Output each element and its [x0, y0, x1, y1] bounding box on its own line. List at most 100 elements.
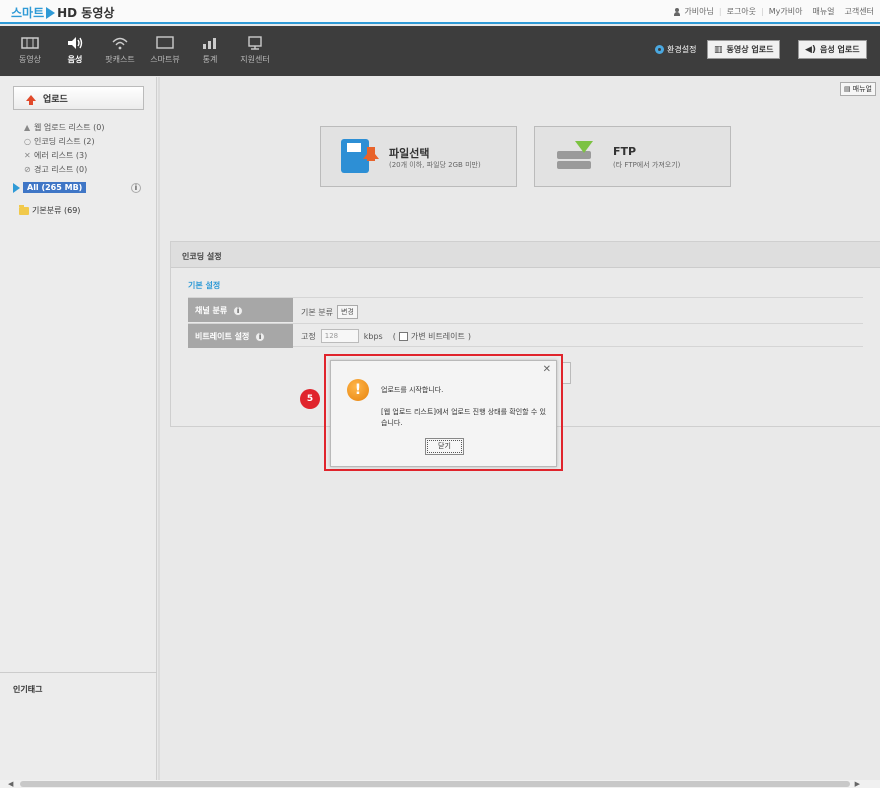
basic-settings-title: 기본 설정	[188, 281, 221, 290]
ftp-icon	[557, 141, 593, 171]
folder-icon	[19, 204, 29, 215]
bitrate-label-cell: 비트레이트 설정 i	[188, 324, 293, 348]
nav-audio[interactable]: 음성	[55, 36, 95, 65]
logo-hd-text: HD 동영상	[57, 6, 115, 20]
file-select-subtitle: (20개 이하, 파일당 2GB 미만)	[389, 161, 481, 169]
category-row: 채널 분류 i 기본 분류 변경	[188, 297, 863, 322]
nav-stats-label: 통계	[202, 55, 218, 64]
variable-bitrate-label: 가변 비트레이트	[410, 331, 465, 341]
selected-arrow-icon	[13, 182, 20, 193]
upload-button[interactable]: 업로드	[13, 86, 144, 110]
category-value-cell: 기본 분류 변경	[301, 305, 358, 319]
film-icon: ▥	[714, 44, 723, 55]
manual-link[interactable]: 매뉴얼	[812, 6, 834, 17]
nav-smartview[interactable]: 스마트뷰	[145, 36, 185, 65]
customer-center-link[interactable]: 고객센터	[845, 6, 874, 17]
upload-label: 업로드	[43, 94, 68, 105]
gear-icon	[655, 45, 664, 54]
bitrate-value-cell: 고정 128 kbps ( 가변 비트레이트 )	[301, 329, 471, 343]
scroll-right-icon[interactable]: ▶	[855, 780, 860, 788]
dialog-message-main: 업로드를 시작합니다.	[381, 386, 444, 394]
env-setting-link[interactable]: 환경설정	[655, 44, 696, 55]
category-value: 기본 분류	[301, 307, 333, 317]
category-label: 채널 분류	[195, 306, 228, 315]
file-select-title: 파일선택	[389, 147, 430, 160]
list-item-label: 인코딩 리스트 (2)	[34, 136, 95, 146]
sidebar-item-default-folder[interactable]: 기본분류 (69)	[19, 204, 81, 216]
dialog-close-button[interactable]: 닫기	[425, 438, 464, 455]
film-icon	[21, 36, 39, 50]
nav-audio-label: 음성	[67, 55, 83, 64]
info-icon[interactable]: i	[233, 305, 244, 316]
list-item-label: 웹 업로드 리스트 (0)	[34, 122, 105, 132]
obscured-button	[562, 362, 571, 384]
exclamation-icon: !	[347, 379, 369, 401]
nav-support[interactable]: 지원센터	[235, 36, 275, 65]
bitrate-row: 비트레이트 설정 i 고정 128 kbps ( 가변 비트레이트 )	[188, 323, 863, 348]
category-label-cell: 채널 분류 i	[188, 298, 293, 322]
manual-button[interactable]: ▤ 매뉴얼	[840, 82, 876, 96]
chart-icon	[201, 36, 219, 50]
scroll-left-icon[interactable]: ◀	[8, 780, 13, 788]
encoding-settings-header: 인코딩 설정	[171, 242, 880, 268]
app-logo[interactable]: 스마트 HD 동영상	[11, 4, 114, 21]
change-category-button[interactable]: 변경	[336, 305, 358, 319]
variable-bitrate-checkbox[interactable]	[398, 331, 408, 341]
nav-support-label: 지원센터	[240, 55, 270, 64]
list-item-label: 경고 리스트 (0)	[34, 164, 88, 174]
top-links: 가비아님 | 로그아웃 | My가비아 매뉴얼 고객센터	[673, 6, 874, 17]
sidebar-item-web-upload[interactable]: ▲ 웹 업로드 리스트 (0)	[24, 120, 104, 134]
close-icon[interactable]: ✕	[543, 364, 551, 375]
ftp-button[interactable]: FTP (타 FTP에서 가져오기)	[534, 126, 731, 187]
nav-smartview-label: 스마트뷰	[150, 55, 180, 64]
ftp-subtitle: (타 FTP에서 가져오기)	[613, 161, 681, 169]
nav-podcast-label: 팟캐스트	[105, 55, 135, 64]
dialog-highlight-frame: ✕ ! 업로드를 시작합니다. [웹 업로드 리스트]에서 업로드 진행 상태를…	[324, 354, 563, 471]
info-icon[interactable]: i	[255, 331, 266, 342]
nav-stats[interactable]: 통계	[190, 36, 230, 65]
sidebar-item-error[interactable]: ✕ 에러 리스트 (3)	[24, 148, 104, 162]
manual-label: 매뉴얼	[852, 85, 872, 93]
support-icon	[246, 36, 264, 50]
audio-upload-button[interactable]: ◀) 음성 업로드	[798, 40, 867, 59]
person-icon	[673, 7, 681, 16]
ftp-title: FTP	[613, 145, 637, 158]
logout-link[interactable]: 로그아웃	[727, 6, 756, 17]
top-bar: 스마트 HD 동영상 가비아님 | 로그아웃 | My가비아 매뉴얼 고객센터	[0, 0, 880, 24]
floppy-arrow-icon	[367, 147, 375, 161]
sidebar: 업로드 ▲ 웹 업로드 리스트 (0) ○ 인코딩 리스트 (2) ✕ 에러 리…	[0, 77, 157, 780]
horizontal-scrollbar[interactable]: ◀ ▶	[0, 780, 880, 788]
upload-list-menu: ▲ 웹 업로드 리스트 (0) ○ 인코딩 리스트 (2) ✕ 에러 리스트 (…	[24, 120, 104, 176]
sidebar-item-encoding[interactable]: ○ 인코딩 리스트 (2)	[24, 134, 104, 148]
nav-podcast[interactable]: 팟캐스트	[100, 36, 140, 65]
scrollbar-thumb[interactable]	[20, 781, 850, 787]
error-x-icon: ✕	[24, 150, 31, 160]
warning-icon: ⊘	[24, 164, 31, 174]
monitor-icon	[156, 36, 174, 50]
video-upload-label: 동영상 업로드	[726, 45, 774, 54]
video-upload-button[interactable]: ▥ 동영상 업로드	[707, 40, 781, 59]
speaker-icon	[66, 36, 84, 50]
env-setting-label: 환경설정	[667, 45, 697, 54]
audio-upload-label: 음성 업로드	[820, 45, 860, 54]
info-icon[interactable]: i	[131, 183, 141, 193]
logo-smart-text: 스마트	[11, 6, 45, 20]
up-arrow-icon: ▲	[24, 122, 31, 132]
wifi-icon	[111, 36, 129, 50]
speaker-icon: ◀)	[805, 44, 817, 55]
doc-icon: ▤	[844, 85, 851, 93]
bitrate-input[interactable]: 128	[320, 329, 359, 343]
list-item-label: 에러 리스트 (3)	[34, 150, 88, 160]
dialog-message-detail: [웹 업로드 리스트]에서 업로드 진행 상태를 확인할 수 있습니다.	[381, 408, 546, 427]
mygabia-link[interactable]: My가비아	[769, 6, 803, 17]
user-name-link[interactable]: 가비아님	[684, 6, 713, 17]
nav-video[interactable]: 동영상	[10, 36, 50, 65]
folder-label: 기본분류 (69)	[32, 206, 81, 215]
upload-start-dialog: ✕ ! 업로드를 시작합니다. [웹 업로드 리스트]에서 업로드 진행 상태를…	[330, 360, 557, 467]
sidebar-item-warning[interactable]: ⊘ 경고 리스트 (0)	[24, 162, 104, 176]
floppy-upload-icon	[341, 139, 379, 173]
sidebar-divider	[0, 672, 157, 673]
file-select-button[interactable]: 파일선택 (20개 이하, 파일당 2GB 미만)	[320, 126, 517, 187]
sidebar-item-all[interactable]: All (265 MB)	[13, 182, 87, 193]
refresh-icon: ○	[24, 136, 31, 146]
